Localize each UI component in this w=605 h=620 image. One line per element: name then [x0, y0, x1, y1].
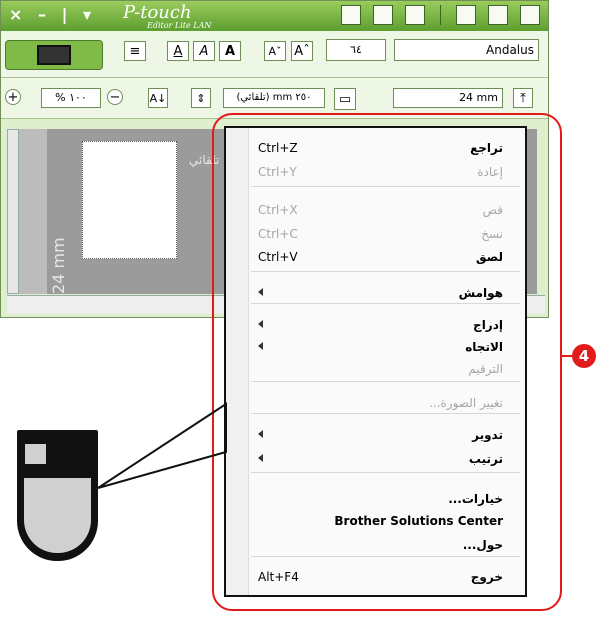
pointer-lines [97, 402, 227, 489]
